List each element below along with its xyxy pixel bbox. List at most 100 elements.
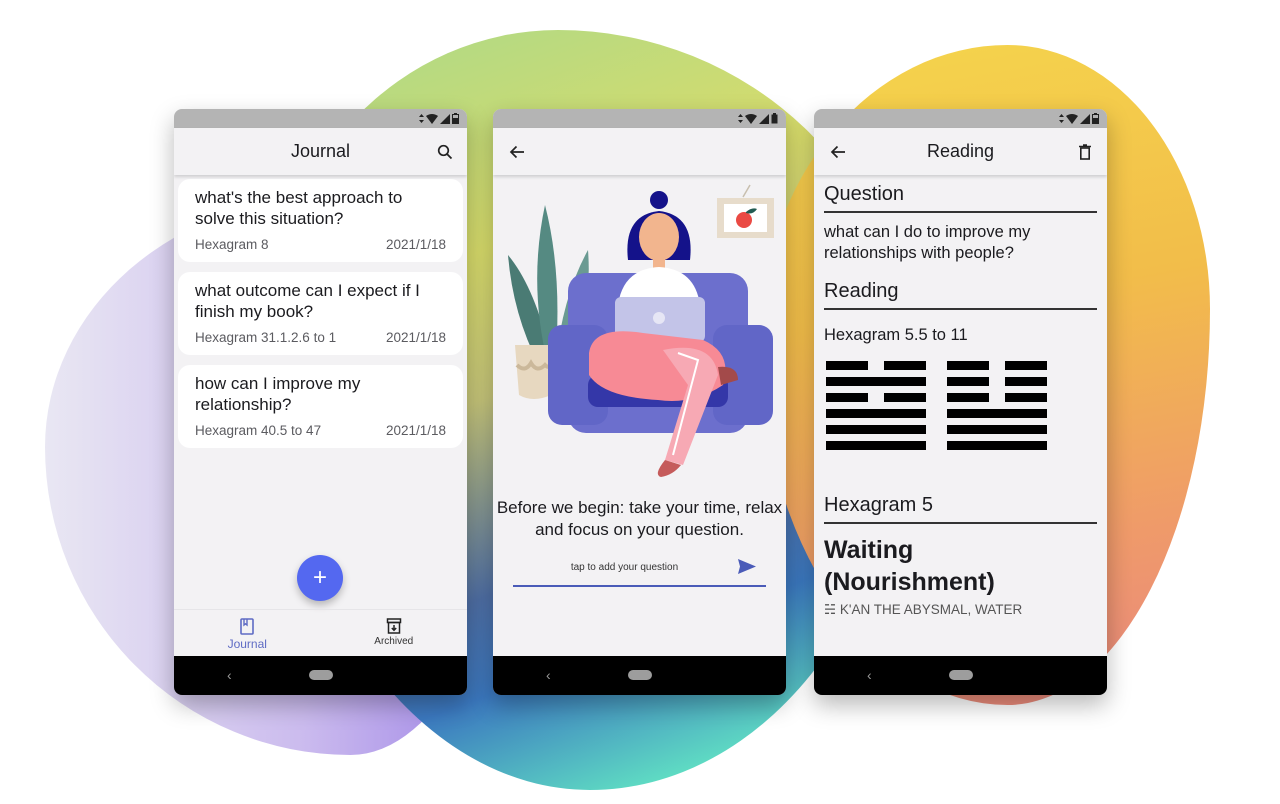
hexagram-line-solid	[826, 441, 926, 450]
hexagram-line-broken	[947, 361, 1047, 370]
hexagram-name: Waiting (Nourishment)	[824, 534, 1097, 598]
tab-journal[interactable]: Journal	[174, 610, 321, 656]
line-segment	[826, 361, 868, 370]
signal-icon	[759, 113, 769, 124]
reading-content: Question what can I do to improve my rel…	[814, 175, 1107, 618]
line-segment	[947, 409, 1047, 418]
entry-date: 2021/1/18	[385, 423, 446, 438]
trigram-water-icon: ☵	[824, 602, 837, 617]
entry-hexagram: Hexagram 31.1.2.6 to 1	[195, 330, 337, 345]
entry-question: how can I improve my relationship?	[195, 374, 361, 414]
entry-question: what's the best approach to solve this s…	[195, 188, 403, 228]
status-bar	[493, 109, 786, 128]
hexagram-to	[947, 361, 1047, 450]
line-segment	[884, 393, 926, 402]
journal-entry-card[interactable]: what outcome can I expect if I finish my…	[178, 272, 463, 355]
hexagram-name-line1: Waiting	[824, 536, 914, 564]
app-bar	[493, 128, 786, 175]
line-segment	[947, 441, 1047, 450]
entry-date: 2021/1/18	[385, 237, 446, 252]
system-nav-bar: ‹	[493, 656, 786, 695]
system-home-button[interactable]	[628, 670, 652, 680]
arrow-back-icon	[509, 145, 524, 159]
hexagram-line-solid	[826, 409, 926, 418]
page-title: Journal	[290, 141, 351, 161]
arrow-back-icon	[830, 145, 845, 159]
system-home-button[interactable]	[309, 670, 333, 680]
battery-icon	[452, 113, 459, 124]
line-segment	[826, 425, 926, 434]
phone-ask-screen: Before we begin: take your time, relax a…	[493, 109, 786, 695]
plus-icon: +	[312, 564, 327, 591]
trash-icon	[1079, 144, 1091, 160]
line-segment	[826, 393, 868, 402]
entry-question: what outcome can I expect if I finish my…	[195, 281, 420, 321]
tab-label: Archived	[374, 636, 414, 647]
battery-icon	[771, 113, 778, 124]
delete-button[interactable]	[1073, 140, 1097, 164]
data-arrows-icon	[738, 114, 743, 123]
journal-entry-card[interactable]: how can I improve my relationship? Hexag…	[178, 365, 463, 448]
entry-hexagram: Hexagram 8	[195, 237, 269, 252]
tab-label: Journal	[227, 637, 267, 651]
page-title: Reading	[926, 141, 995, 161]
hexagram-name-line2: (Nourishment)	[824, 568, 995, 596]
phone-reading-screen: Reading Question what can I do to improv…	[814, 109, 1107, 695]
system-back-button[interactable]: ‹	[546, 667, 551, 683]
line-segment	[826, 441, 926, 450]
tab-archived[interactable]: Archived	[321, 610, 468, 656]
journal-list: what's the best approach to solve this s…	[174, 175, 467, 448]
system-back-button[interactable]: ‹	[867, 667, 872, 683]
system-home-button[interactable]	[949, 670, 973, 680]
hexagram-line-solid	[826, 425, 926, 434]
hexagram-line-broken	[947, 377, 1047, 386]
system-nav-bar: ‹	[174, 656, 467, 695]
line-segment	[947, 377, 989, 386]
search-button[interactable]	[433, 140, 457, 164]
wifi-icon	[426, 113, 438, 124]
hexagram-line-broken	[826, 361, 926, 370]
back-button[interactable]	[826, 140, 850, 164]
line-segment	[1005, 377, 1047, 386]
phone-journal-screen: Journal what's the best approach to solv…	[174, 109, 467, 695]
apple-picture-frame	[717, 184, 774, 238]
bottom-navigation: Journal Archived	[174, 609, 467, 656]
send-button[interactable]	[738, 559, 756, 579]
woman-on-couch-illustration	[508, 184, 774, 477]
hexagram-from	[826, 361, 926, 450]
data-arrows-icon	[1059, 114, 1064, 123]
reading-hexagram-label: Hexagram 5.5 to 11	[824, 326, 968, 344]
book-icon	[240, 618, 255, 635]
trigram-description: ☵ K'AN THE ABYSMAL, WATER	[824, 602, 1097, 618]
signal-icon	[1080, 113, 1090, 124]
back-button[interactable]	[505, 140, 529, 164]
question-heading: Question	[824, 183, 1097, 213]
hexagram-line-solid	[826, 377, 926, 386]
signal-icon	[440, 113, 450, 124]
journal-entry-card[interactable]: what's the best approach to solve this s…	[178, 179, 463, 262]
system-nav-bar: ‹	[814, 656, 1107, 695]
archive-icon	[386, 618, 401, 634]
app-bar: Journal	[174, 128, 467, 175]
question-field[interactable]	[513, 553, 766, 587]
line-segment	[947, 425, 1047, 434]
wifi-icon	[745, 113, 757, 124]
reading-heading: Reading	[824, 280, 1097, 310]
search-icon	[437, 144, 453, 160]
app-bar: Reading	[814, 128, 1107, 175]
line-segment	[1005, 393, 1047, 402]
hexagram-line-broken	[947, 393, 1047, 402]
status-bar	[174, 109, 467, 128]
line-segment	[884, 361, 926, 370]
send-icon	[738, 559, 756, 574]
line-segment	[947, 393, 989, 402]
hexagram-diagrams	[826, 361, 1097, 450]
question-input[interactable]	[513, 553, 766, 581]
add-entry-button[interactable]: +	[297, 555, 343, 601]
line-segment	[826, 377, 926, 386]
status-bar	[814, 109, 1107, 128]
system-back-button[interactable]: ‹	[227, 667, 232, 683]
entry-hexagram: Hexagram 40.5 to 47	[195, 423, 322, 438]
trigram-name: K'AN THE ABYSMAL, WATER	[839, 602, 1023, 617]
intro-message: Before we begin: take your time, relax a…	[496, 498, 783, 539]
